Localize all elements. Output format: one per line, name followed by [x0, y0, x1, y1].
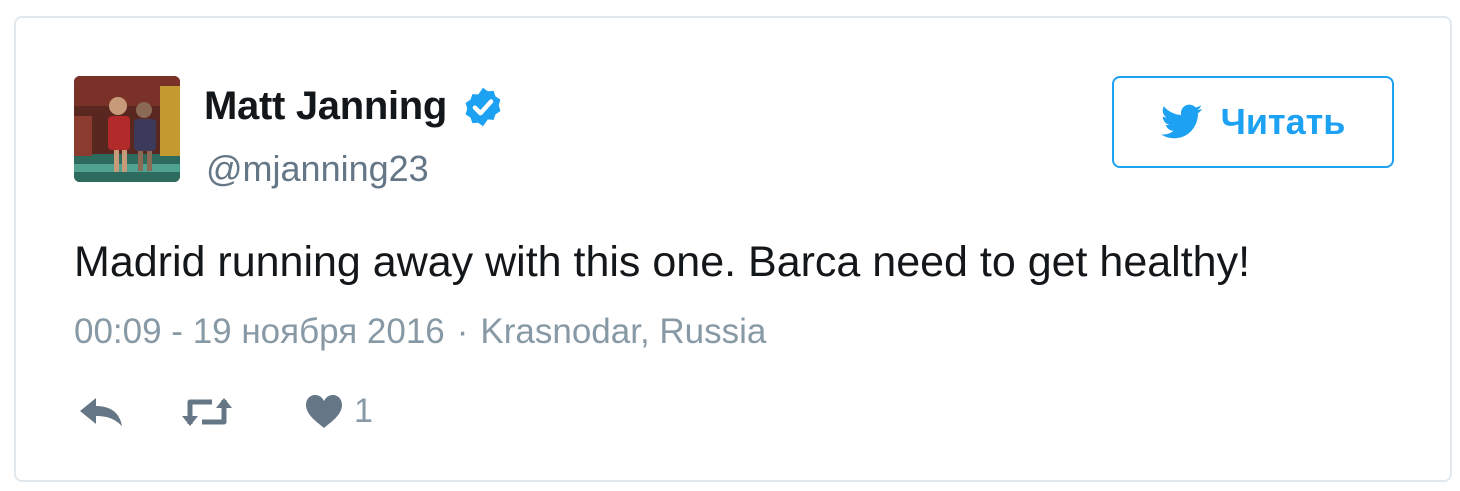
- verified-badge-icon: [465, 87, 501, 126]
- retweet-icon: [182, 397, 232, 426]
- like-button[interactable]: 1: [304, 392, 373, 431]
- tweet-text: Madrid running away with this one. Barca…: [74, 238, 1251, 286]
- reply-button[interactable]: [78, 394, 124, 430]
- user-name[interactable]: Matt Janning: [204, 84, 447, 129]
- tweet-actions: 1: [78, 392, 373, 431]
- avatar[interactable]: [74, 76, 180, 182]
- tweet-location[interactable]: Krasnodar, Russia: [480, 312, 766, 351]
- tweet-timestamp[interactable]: 00:09 - 19 ноября 2016: [74, 312, 445, 351]
- follow-button[interactable]: Читать: [1112, 76, 1394, 168]
- tweet-card: Matt Janning @mjanning23 Читать Madrid r…: [14, 16, 1452, 482]
- reply-icon: [80, 397, 122, 426]
- meta-separator: ·: [456, 312, 469, 351]
- like-count: 1: [354, 392, 373, 430]
- retweet-button[interactable]: [180, 394, 234, 430]
- avatar-photo: [74, 76, 180, 182]
- user-handle[interactable]: @mjanning23: [206, 148, 429, 190]
- twitter-bird-icon: [1160, 104, 1202, 139]
- follow-button-label: Читать: [1220, 101, 1346, 142]
- heart-icon: [306, 394, 342, 428]
- tweet-meta: 00:09 - 19 ноября 2016 · Krasnodar, Russia: [74, 312, 766, 352]
